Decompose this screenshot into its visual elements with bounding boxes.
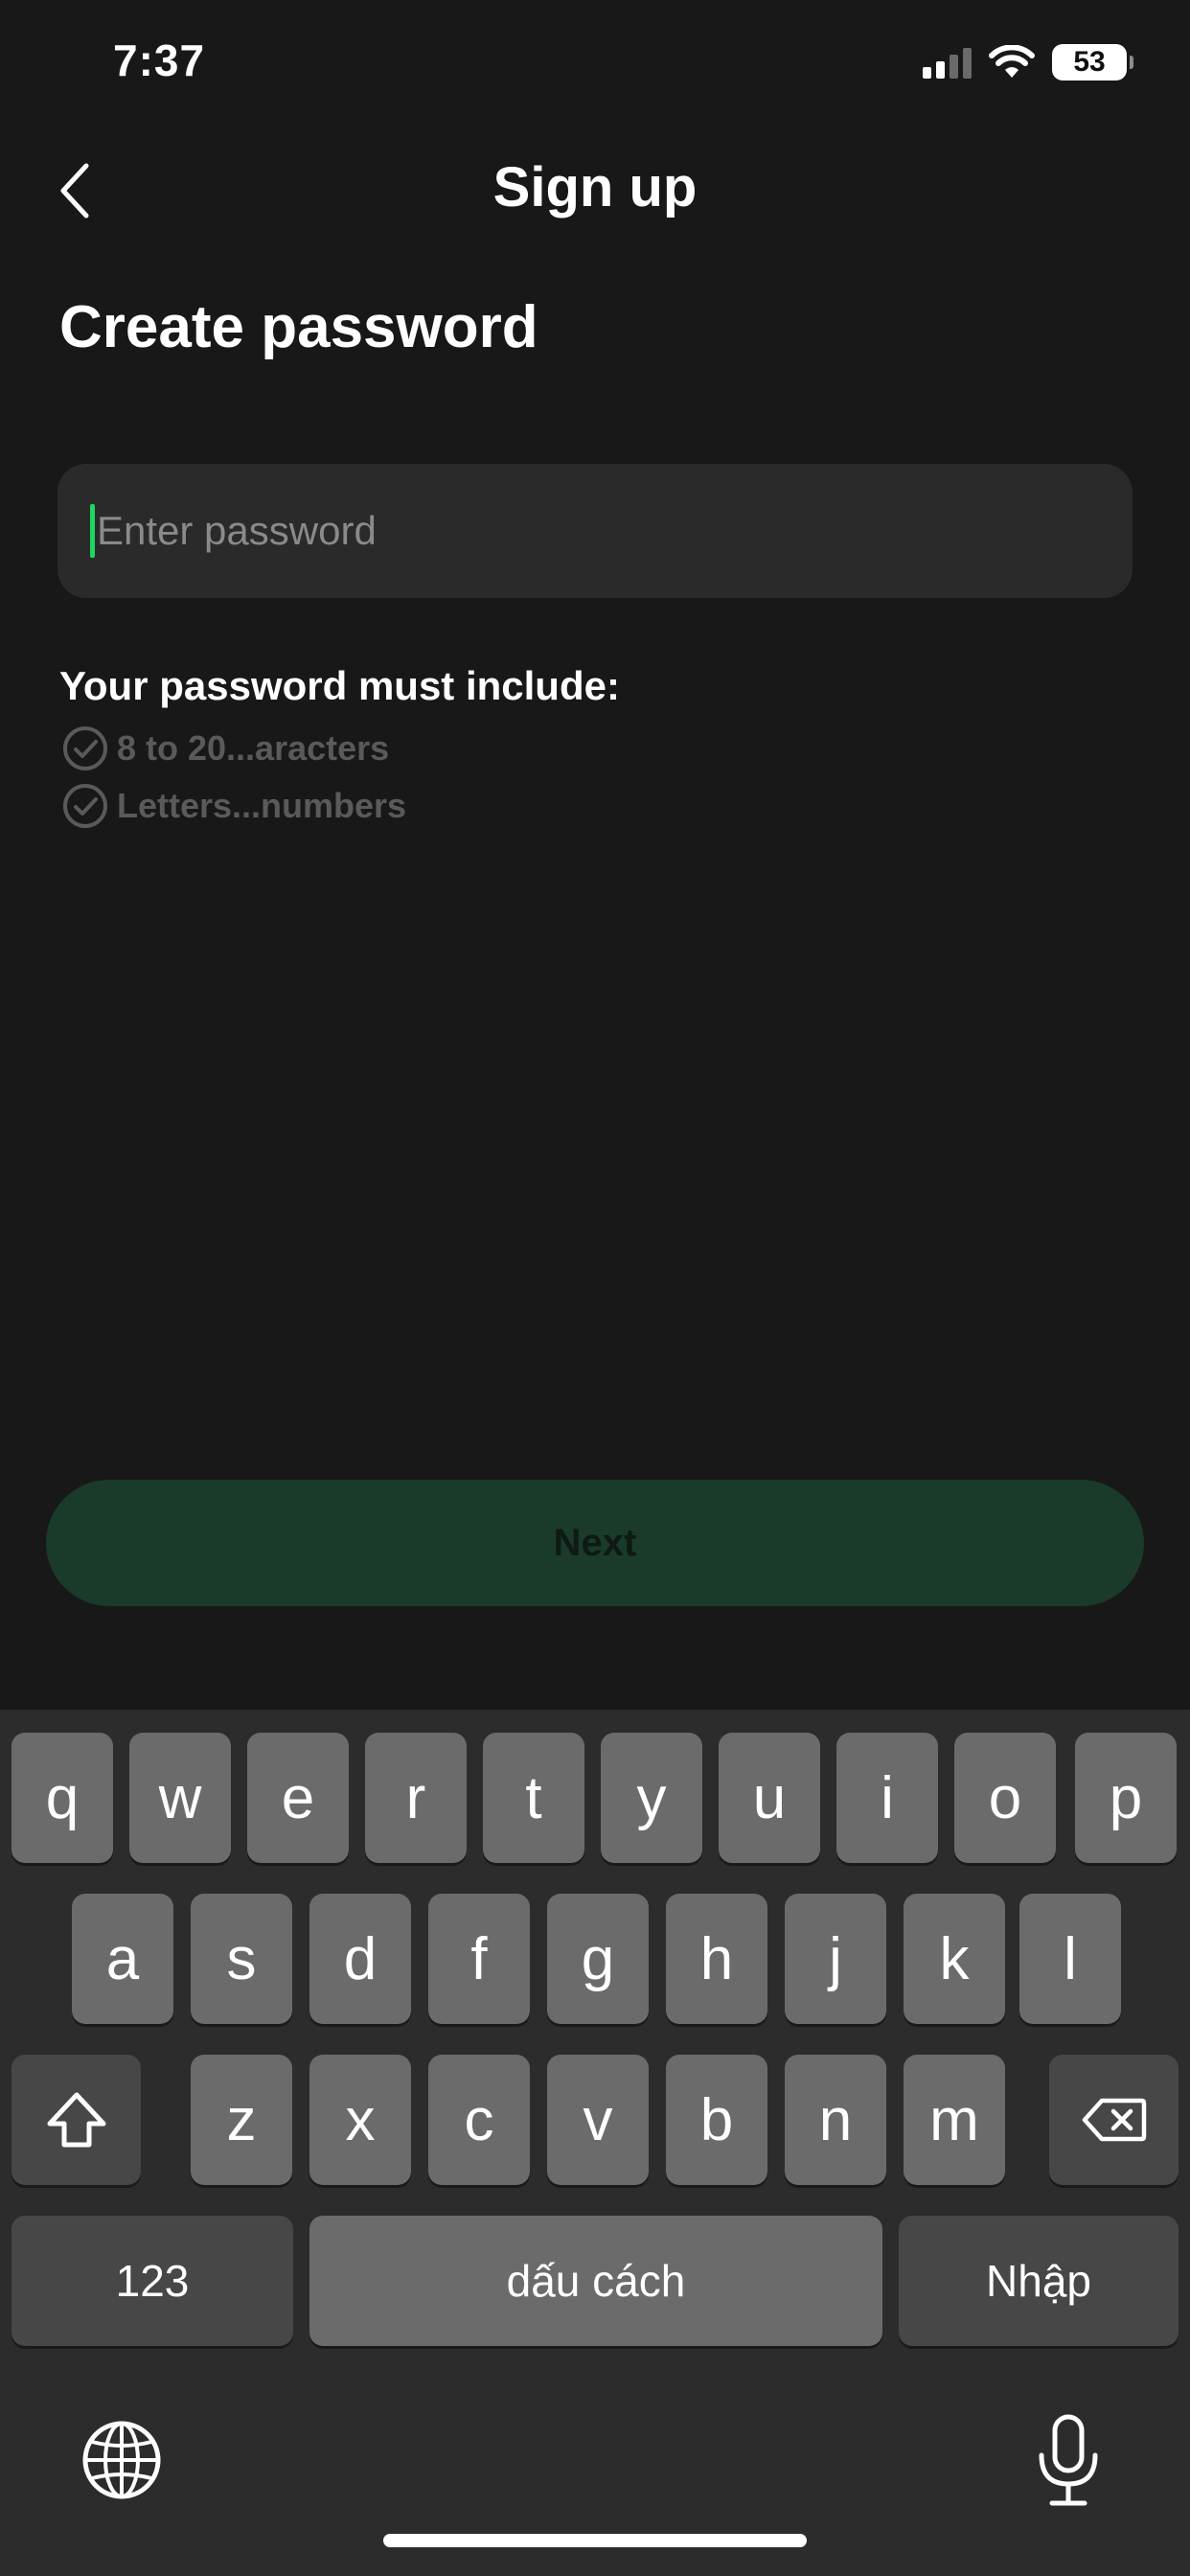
key-x[interactable]: x [309, 2055, 411, 2185]
key-t[interactable]: t [483, 1733, 584, 1863]
key-r[interactable]: r [365, 1733, 467, 1863]
requirement-label: Letters...numbers [117, 786, 407, 825]
microphone-icon [1039, 2414, 1098, 2506]
key-k[interactable]: k [904, 1894, 1005, 2024]
requirement-item: 8 to 20...aracters [61, 724, 389, 772]
key-c[interactable]: c [428, 2055, 530, 2185]
dictation-button[interactable] [1035, 2413, 1102, 2509]
status-icons: 53 [923, 44, 1133, 80]
space-key[interactable]: dấu cách [309, 2216, 882, 2346]
key-g[interactable]: g [547, 1894, 649, 2024]
key-q[interactable]: q [11, 1733, 113, 1863]
key-u[interactable]: u [719, 1733, 820, 1863]
battery-icon: 53 [1052, 44, 1133, 80]
key-p[interactable]: p [1075, 1733, 1177, 1863]
key-v[interactable]: v [547, 2055, 649, 2185]
key-b[interactable]: b [666, 2055, 767, 2185]
shift-icon [47, 2092, 105, 2148]
key-e[interactable]: e [247, 1733, 349, 1863]
globe-button[interactable] [80, 2419, 163, 2501]
keyboard: q w e r t y u i o p a s d f g h j k l z … [0, 1710, 1190, 2576]
requirements-title: Your password must include: [59, 663, 620, 708]
wifi-icon [989, 45, 1035, 78]
key-m[interactable]: m [904, 2055, 1005, 2185]
globe-icon [82, 2421, 161, 2499]
check-circle-icon [63, 784, 107, 828]
key-s[interactable]: s [191, 1894, 292, 2024]
key-f[interactable]: f [428, 1894, 530, 2024]
key-d[interactable]: d [309, 1894, 411, 2024]
key-w[interactable]: w [129, 1733, 231, 1863]
delete-key[interactable] [1049, 2055, 1179, 2185]
password-placeholder: Enter password [97, 508, 377, 553]
return-key[interactable]: Nhập [899, 2216, 1179, 2346]
key-h[interactable]: h [666, 1894, 767, 2024]
key-j[interactable]: j [785, 1894, 886, 2024]
key-i[interactable]: i [836, 1733, 938, 1863]
key-o[interactable]: o [954, 1733, 1056, 1863]
key-z[interactable]: z [191, 2055, 292, 2185]
requirement-item: Letters...numbers [61, 782, 406, 830]
backspace-icon [1082, 2098, 1146, 2142]
create-password-heading: Create password [59, 294, 538, 360]
key-n[interactable]: n [785, 2055, 886, 2185]
text-caret [90, 504, 95, 558]
home-indicator [383, 2534, 807, 2547]
password-input[interactable]: Enter password [57, 464, 1133, 598]
signal-icon [923, 46, 972, 79]
key-y[interactable]: y [601, 1733, 702, 1863]
status-time: 7:37 [113, 35, 206, 85]
key-a[interactable]: a [72, 1894, 173, 2024]
requirement-label: 8 to 20...aracters [117, 728, 390, 768]
shift-key[interactable] [11, 2055, 141, 2185]
check-circle-icon [63, 726, 107, 770]
page-title: Sign up [492, 156, 698, 218]
signup-screen: 7:37 53 Sign up Create password Enter pa… [0, 0, 1190, 2576]
next-button[interactable]: Next [46, 1480, 1144, 1606]
key-l[interactable]: l [1019, 1894, 1121, 2024]
numbers-key[interactable]: 123 [11, 2216, 293, 2346]
